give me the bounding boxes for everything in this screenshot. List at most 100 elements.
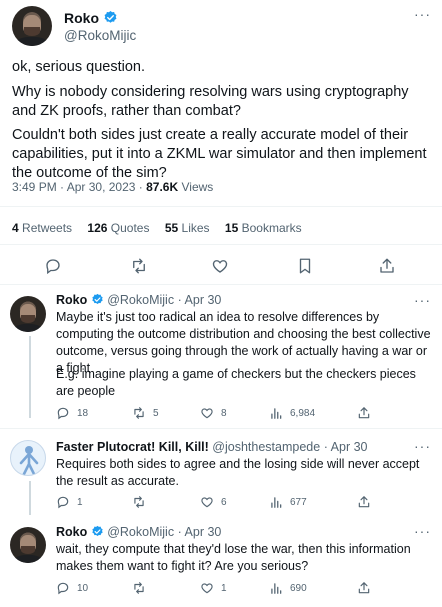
share-icon [358,582,370,594]
thread-line [29,336,31,418]
tweet-actions [0,257,442,275]
views-label: Views [181,180,214,194]
reply-text: E.g. imagine playing a game of checkers … [56,367,416,398]
reply-header: Roko @RokoMijic · Apr 30 [56,525,221,539]
author-name-text[interactable]: Roko [64,10,99,26]
views-icon [271,408,282,419]
reply-date[interactable]: Apr 30 [331,440,368,454]
reply-icon [57,582,69,595]
tweet-text-para-3: Couldn't both sides just create a really… [12,127,427,181]
views-button[interactable]: 690 [269,580,307,596]
like-button[interactable]: 6 [200,494,227,510]
thread-line [29,481,31,515]
avatar[interactable] [10,296,46,332]
divider [0,206,442,207]
share-button[interactable] [357,494,371,510]
divider [0,284,442,285]
tweet-text-line-1: ok, serious question. [12,59,145,75]
reply-count: 10 [77,582,89,594]
reply-button[interactable]: 1 [56,494,83,510]
share-icon [358,496,370,508]
views-button[interactable]: 6,984 [269,405,315,421]
like-button[interactable]: 1 [200,580,227,596]
bookmark-icon[interactable] [296,257,314,275]
quotes-stat[interactable]: 126 Quotes [87,221,149,235]
tweet-date[interactable]: Apr 30, 2023 [67,180,136,194]
reply-icon [57,407,69,420]
reply-author-name[interactable]: Roko [56,525,87,539]
views-button[interactable]: 677 [269,494,307,510]
meta-separator: · [60,180,65,194]
like-icon[interactable] [211,257,229,275]
avatar[interactable] [12,6,52,46]
views-icon [271,497,282,508]
reply-author-handle[interactable]: @RokoMijic [107,293,174,307]
likes-stat[interactable]: 55 Likes [165,221,210,235]
reply-button[interactable]: 18 [56,405,88,421]
retweet-icon[interactable] [130,257,148,275]
avatar[interactable] [10,440,46,476]
reply-author-handle[interactable]: @joshthestampede [212,440,320,454]
views-count: 690 [290,582,307,594]
more-options-icon[interactable]: ··· [414,438,431,454]
share-button[interactable] [357,405,371,421]
reply-separator: · [177,525,182,539]
reply-actions: 10 1 690 [56,580,426,596]
retweet-button[interactable] [132,580,153,596]
views-icon [271,583,282,594]
reply-icon [57,496,69,509]
reply-separator: · [323,440,328,454]
reply-author-name[interactable]: Roko [56,293,87,307]
tweet-text-para-2: Why is nobody considering resolving wars… [12,84,409,119]
reply-text: wait, they compute that they'd lose the … [56,542,411,573]
divider [0,244,442,245]
like-count: 6 [221,496,227,508]
like-icon [201,583,213,594]
reply-icon[interactable] [44,257,62,275]
retweet-icon [134,496,144,508]
like-icon [201,408,213,419]
reply-count: 1 [77,496,83,508]
divider [0,428,442,429]
retweet-icon [134,582,144,594]
more-options-icon[interactable]: ··· [414,523,431,539]
retweets-stat[interactable]: 4 Retweets [12,221,72,235]
meta-separator: · [138,180,143,194]
share-button[interactable] [357,580,371,596]
reply-date[interactable]: Apr 30 [185,293,222,307]
verified-badge-icon [104,10,117,23]
views-count: 677 [290,496,307,508]
views-count: 6,984 [290,407,316,419]
retweet-button[interactable] [132,494,153,510]
retweet-count: 5 [153,407,159,419]
author-handle[interactable]: @RokoMijic [64,28,136,43]
like-icon [201,497,213,508]
verified-badge-icon [92,293,103,305]
retweet-icon [134,407,144,419]
reply-actions: 18 5 8 6,984 [56,405,426,421]
more-options-icon[interactable]: ··· [414,292,431,308]
views-count: 87.6K [146,180,179,194]
reply-count: 18 [77,407,89,419]
reply-author-name[interactable]: Faster Plutocrat! Kill, Kill! [56,440,209,454]
like-count: 1 [221,582,227,594]
reply-actions: 1 6 677 [56,494,426,510]
reply-header: Roko @RokoMijic · Apr 30 [56,293,221,307]
tweet-time[interactable]: 3:49 PM [12,180,57,194]
reply-author-handle[interactable]: @RokoMijic [107,525,174,539]
reply-button[interactable]: 10 [56,580,88,596]
share-icon[interactable] [378,257,396,275]
figure-avatar-icon [19,446,39,475]
more-options-icon[interactable]: ··· [414,6,431,22]
like-count: 8 [221,407,227,419]
like-button[interactable]: 8 [200,405,227,421]
avatar[interactable] [10,527,46,563]
verified-badge-icon [92,525,103,537]
reply-date[interactable]: Apr 30 [185,525,222,539]
engagement-stats: 4 Retweets 126 Quotes 55 Likes 15 Bookma… [12,221,314,235]
reply-separator: · [177,293,182,307]
author-name[interactable]: Roko [64,10,118,26]
retweet-button[interactable]: 5 [132,405,159,421]
bookmarks-stat[interactable]: 15 Bookmarks [225,221,302,235]
reply-text: Requires both sides to agree and the los… [56,457,420,488]
